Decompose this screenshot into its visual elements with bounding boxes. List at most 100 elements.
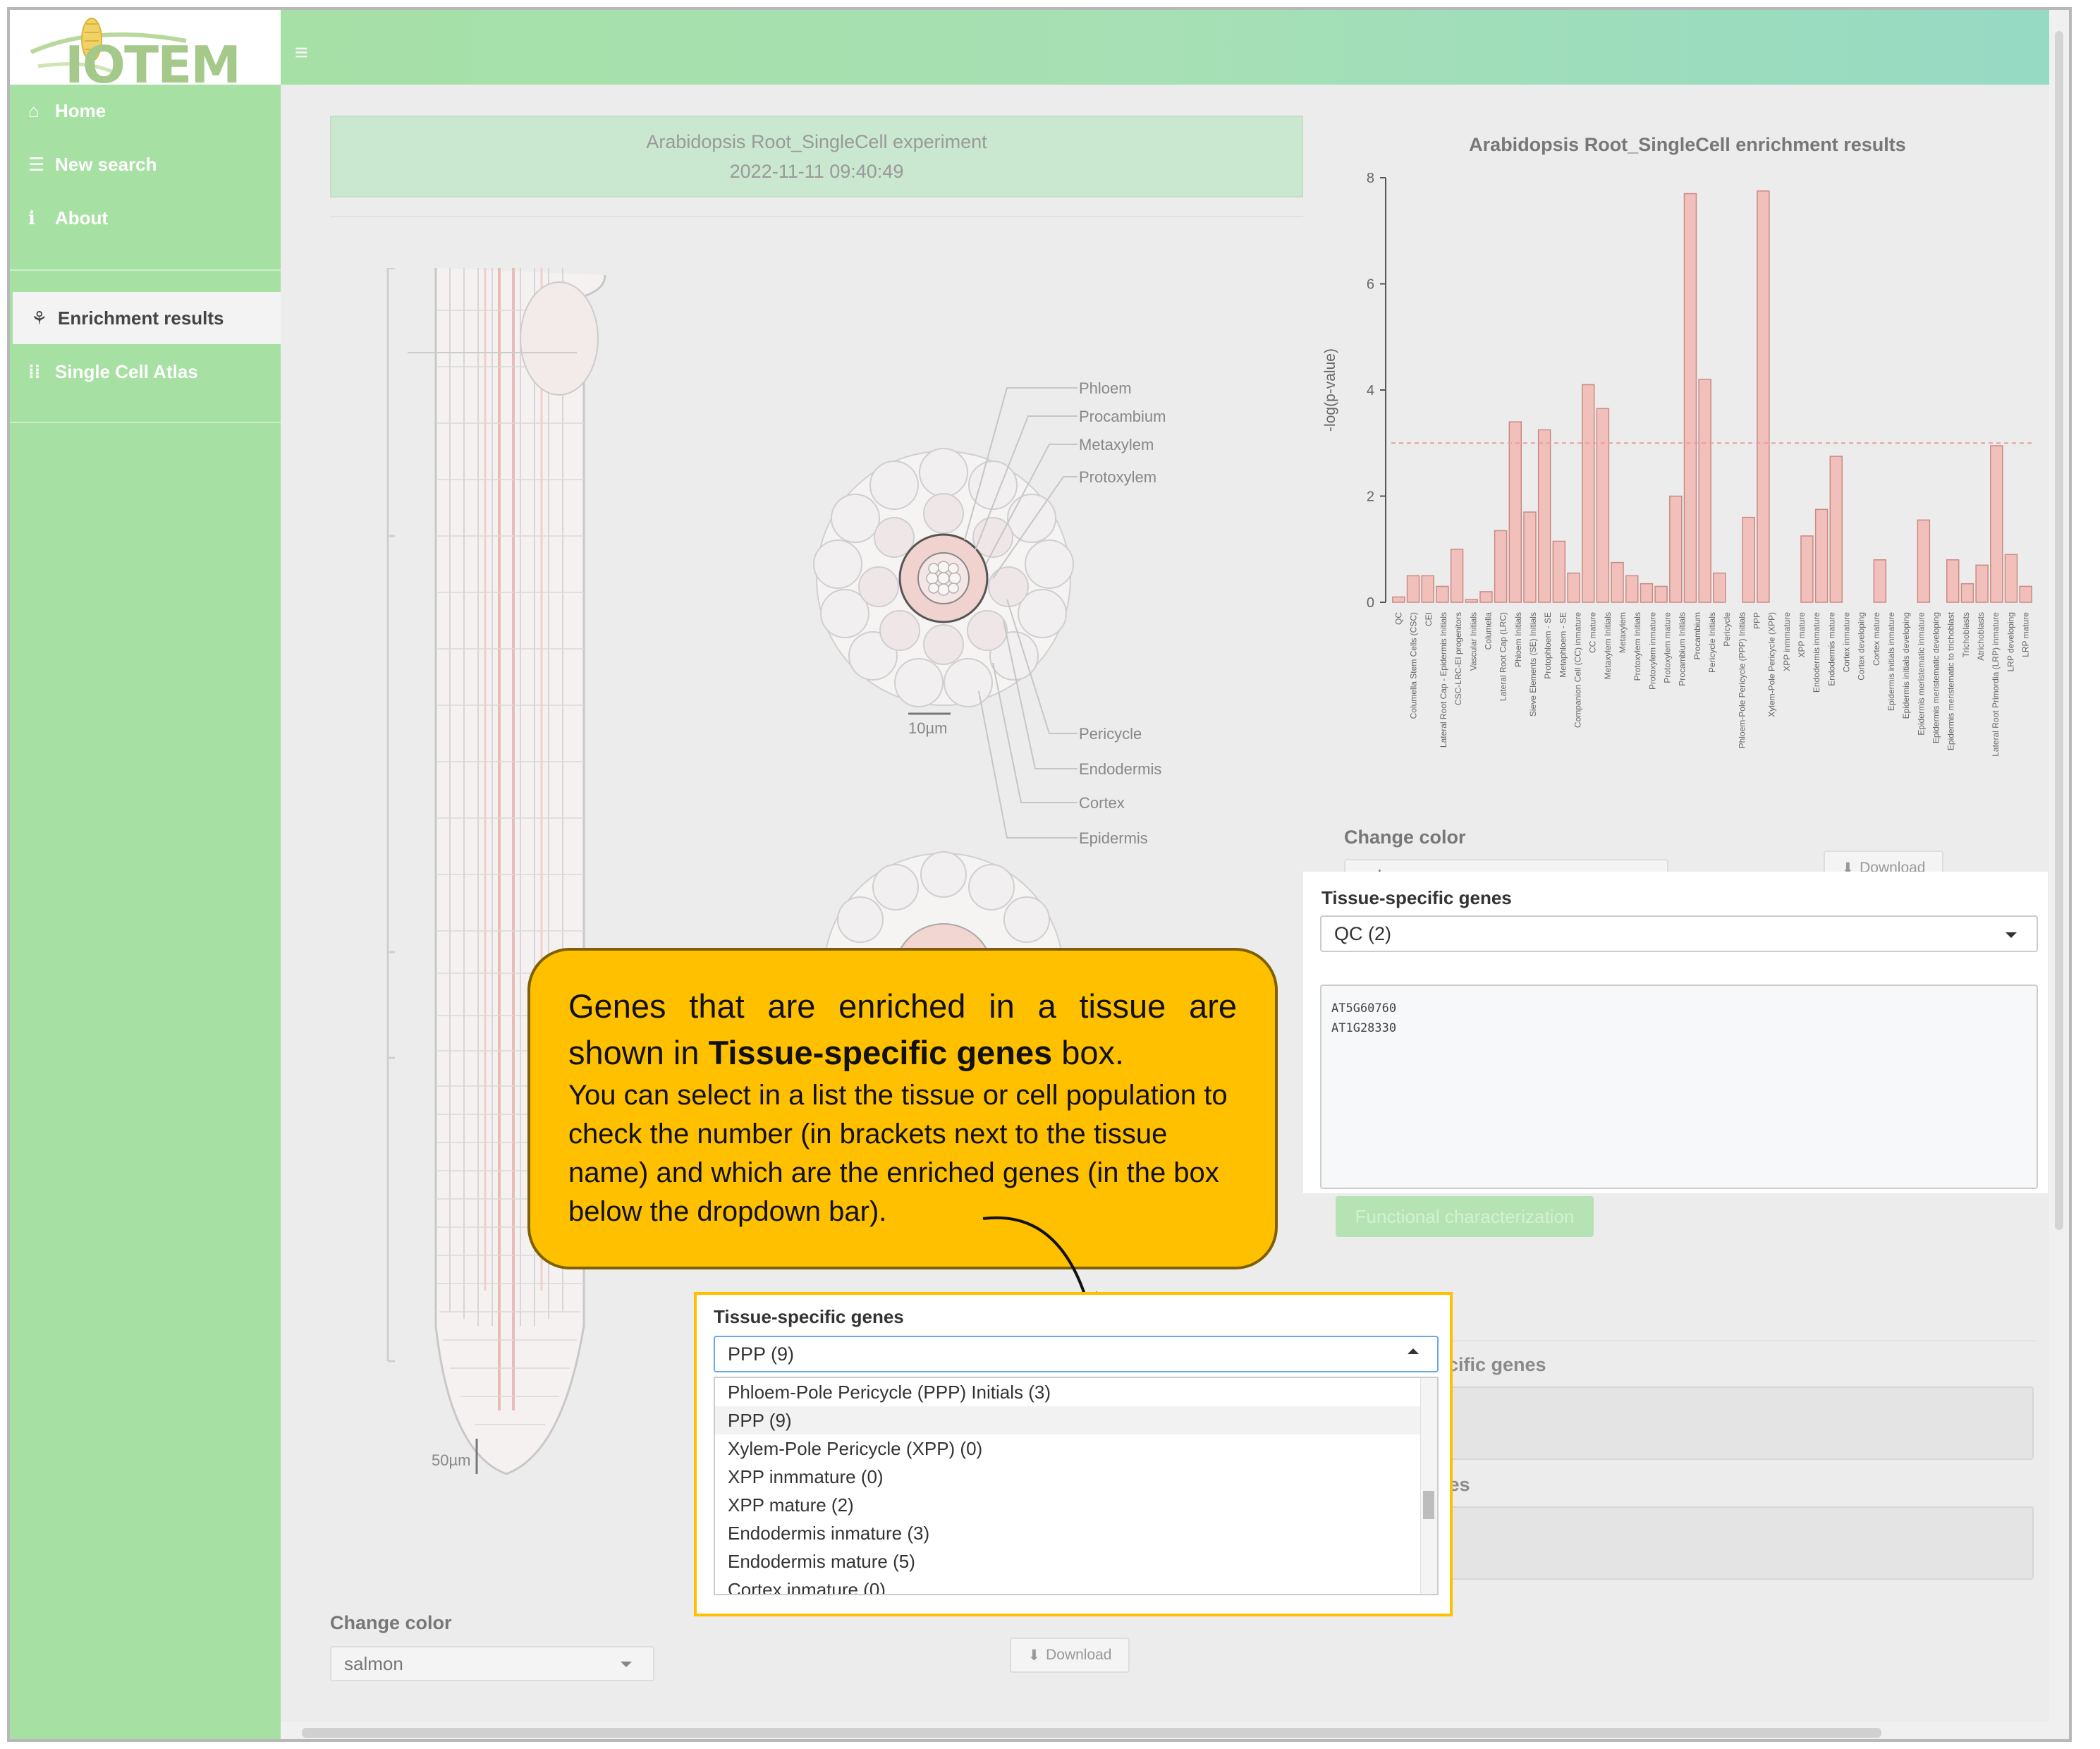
chart-bar[interactable] xyxy=(1406,575,1420,603)
chart-bar[interactable] xyxy=(1946,559,1960,603)
x-tick-label: Epidermis meristematic inmature xyxy=(1916,612,1926,736)
y-tick-label: 8 xyxy=(1367,171,1374,186)
chart-bar[interactable] xyxy=(1800,535,1814,603)
sidebar-item-label: Enrichment results xyxy=(58,307,224,329)
x-tick-label: QC xyxy=(1394,612,1404,625)
sidebar-item-about[interactable]: ℹ About xyxy=(10,192,281,244)
chart-bar[interactable] xyxy=(1990,445,2003,603)
y-tick-label: 0 xyxy=(1367,595,1374,611)
chart-bar[interactable] xyxy=(1654,585,1668,603)
sidebar-item-new-search[interactable]: ☰ New search xyxy=(10,138,281,190)
chart-bar[interactable] xyxy=(1581,384,1595,603)
x-tick-label: Procambium xyxy=(1692,612,1702,659)
chart-bar[interactable] xyxy=(1713,572,1726,603)
dropdown-scrollbar[interactable] xyxy=(1420,1378,1437,1594)
x-tick-label: Metaxylem Initials xyxy=(1603,612,1613,679)
x-tick-label: CSC-LRC-EI progenitors xyxy=(1453,612,1463,705)
chart-bar[interactable] xyxy=(1479,591,1493,603)
x-tick-label: Trichoblasts xyxy=(1961,612,1971,657)
x-tick-label: Vascular Initials xyxy=(1468,612,1478,671)
x-tick-label: CC mature xyxy=(1588,612,1598,653)
dropdown-scroll-thumb[interactable] xyxy=(1423,1491,1434,1519)
callout-line-1: Genes that are enriched in a tissue are xyxy=(568,987,1237,1025)
sidebar-item-enrichment-results[interactable]: ⚘ Enrichment results xyxy=(10,292,281,344)
dropdown-option[interactable]: XPP mature (2) xyxy=(715,1491,1437,1519)
chart-bar[interactable] xyxy=(1436,585,1449,603)
sidebar-item-single-cell-atlas[interactable]: ⁞⁞ Single Cell Atlas xyxy=(10,346,281,398)
label-phloem: Phloem xyxy=(1079,379,1132,397)
dropdown-option[interactable]: XPP inmmature (0) xyxy=(715,1463,1437,1491)
tissue-dropdown-select[interactable]: PPP (9) xyxy=(714,1336,1439,1372)
x-tick-label: CEI xyxy=(1424,612,1434,626)
dropdown-option-selected[interactable]: PPP (9) xyxy=(715,1406,1437,1434)
chart-bar[interactable] xyxy=(1465,599,1478,603)
chart-bar[interactable] xyxy=(1669,495,1683,603)
hamburger-icon[interactable]: ≡ xyxy=(295,39,308,66)
vertical-scroll-thumb[interactable] xyxy=(2055,31,2063,1230)
label-procambium: Procambium xyxy=(1079,408,1166,425)
dropdown-option[interactable]: Endodermis mature (5) xyxy=(715,1547,1437,1576)
chart-bar[interactable] xyxy=(1698,379,1711,603)
dropdown-option[interactable]: Cortex inmature (0) xyxy=(715,1576,1437,1595)
x-tick-label: Columella Stem Cells (CSC) xyxy=(1409,612,1419,719)
sidebar-divider xyxy=(10,269,281,271)
chart-bar[interactable] xyxy=(1757,190,1770,603)
app-logo[interactable]: IOTEM xyxy=(10,10,281,85)
chart-bar[interactable] xyxy=(1421,575,1434,603)
dropdown-option[interactable]: Phloem-Pole Pericycle (PPP) Initials (3) xyxy=(715,1378,1437,1406)
chart-bar[interactable] xyxy=(2019,585,2032,603)
y-tick-label: 6 xyxy=(1367,277,1374,293)
chart-bar[interactable] xyxy=(1567,572,1580,603)
seedling-icon: ⚘ xyxy=(31,307,48,329)
x-tick-label: Phloem-Pole Pericycle (PPP) Initials xyxy=(1737,612,1747,748)
cross-section-top xyxy=(813,448,1074,707)
tissue-dropdown-list[interactable]: Phloem-Pole Pericycle (PPP) Initials (3)… xyxy=(714,1377,1439,1595)
x-tick-label: Columella xyxy=(1484,612,1494,650)
chart-bar[interactable] xyxy=(1640,583,1654,603)
chart-bar[interactable] xyxy=(1814,508,1829,603)
x-tick-label: Pericycle xyxy=(1722,612,1732,647)
chart-bar[interactable] xyxy=(1611,561,1624,603)
dropdown-option[interactable]: Xylem-Pole Pericycle (XPP) (0) xyxy=(715,1434,1437,1463)
chart-bar[interactable] xyxy=(1508,421,1522,603)
chart-bar[interactable] xyxy=(1494,530,1508,603)
chevron-down-icon xyxy=(621,1662,632,1667)
home-icon: ⌂ xyxy=(28,99,39,121)
chart-bar[interactable] xyxy=(1829,456,1843,603)
label-epidermis: Epidermis xyxy=(1079,829,1148,847)
scale-label-small: 10µm xyxy=(908,719,947,737)
download-button-left[interactable]: ⬇ Download xyxy=(1010,1638,1130,1673)
functional-characterization-button[interactable]: Functional characterization xyxy=(1336,1196,1594,1237)
scale-label-large: 50µm xyxy=(432,1451,470,1469)
panel-title: Tissue-specific genes xyxy=(714,1306,904,1327)
vertical-scrollbar[interactable] xyxy=(2049,10,2069,1722)
chart-bar[interactable] xyxy=(1917,519,1931,603)
chart-bar[interactable] xyxy=(1537,429,1551,603)
dropdown-option[interactable]: Endodermis inmature (3) xyxy=(715,1519,1437,1547)
chart-bar[interactable] xyxy=(1873,559,1887,603)
x-tick-label: Pericycle Initials xyxy=(1707,612,1717,673)
gene-list-textarea[interactable]: AT5G60760 AT1G28330 xyxy=(1320,985,2038,1189)
chart-bar[interactable] xyxy=(1523,511,1537,603)
chart-bar[interactable] xyxy=(1552,540,1566,603)
faded-gene-box xyxy=(1437,1506,2034,1580)
x-tick-label: Endodermis mature xyxy=(1826,612,1836,686)
tissue-select[interactable]: QC (2) xyxy=(1320,915,2038,952)
horizontal-scroll-thumb[interactable] xyxy=(302,1728,1881,1738)
horizontal-scrollbar[interactable] xyxy=(281,1722,2069,1739)
chart-bar[interactable] xyxy=(1975,564,1989,603)
chart-bar[interactable] xyxy=(1596,408,1610,603)
chart-bar[interactable] xyxy=(1392,596,1405,603)
chart-bar[interactable] xyxy=(1742,516,1755,603)
chart-bar[interactable] xyxy=(1960,583,1974,603)
chart-bar[interactable] xyxy=(1683,193,1697,603)
chart-bar[interactable] xyxy=(1625,575,1639,603)
chart-bar[interactable] xyxy=(1450,549,1464,603)
chart-bar[interactable] xyxy=(2004,554,2018,603)
label-cortex: Cortex xyxy=(1079,794,1125,812)
color-select-value: salmon xyxy=(344,1652,403,1674)
x-tick-label: Epidermis meristematic to trichoblast xyxy=(1946,611,1956,750)
download-label: Download xyxy=(1046,1647,1112,1663)
color-select-left[interactable]: salmon xyxy=(330,1646,654,1681)
sidebar-item-home[interactable]: ⌂ Home xyxy=(10,85,281,137)
